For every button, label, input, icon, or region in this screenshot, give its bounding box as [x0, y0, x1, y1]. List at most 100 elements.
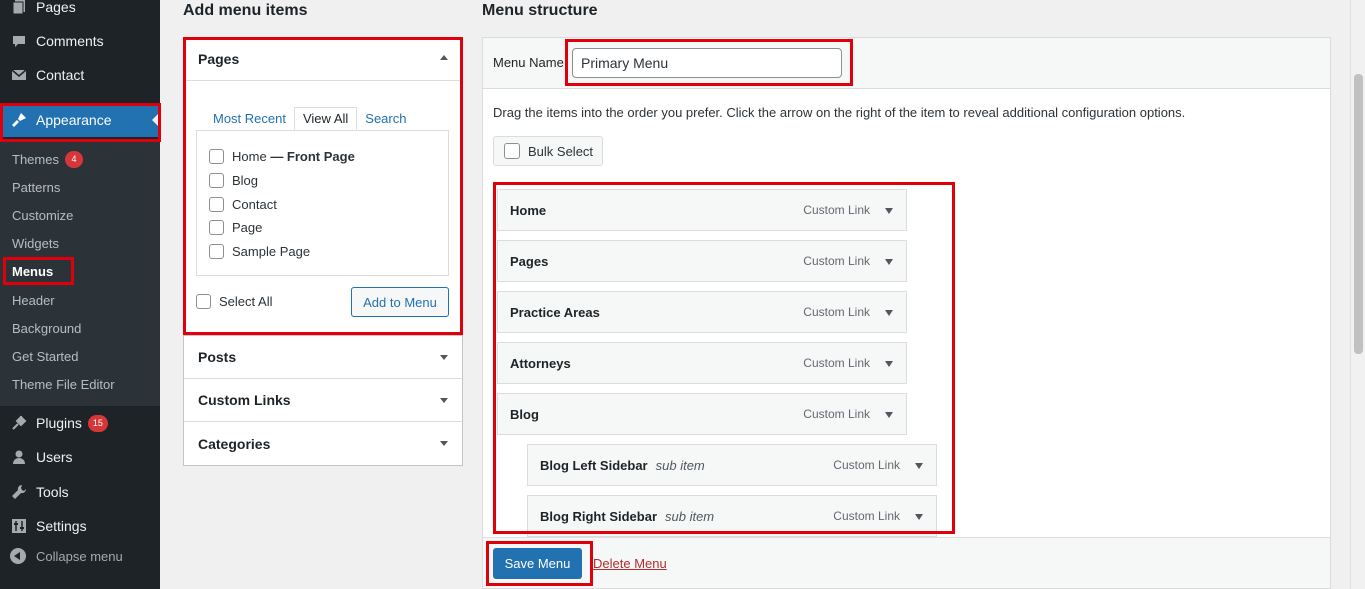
sub-item-tag: sub item: [655, 457, 705, 473]
sidebar-item-pages[interactable]: Pages: [0, 0, 160, 24]
menu-item[interactable]: Pages Custom Link: [497, 240, 907, 282]
collapse-menu-button[interactable]: Collapse menu: [10, 548, 123, 564]
expand-arrow-icon[interactable]: [915, 514, 923, 520]
front-page-tag: — Front Page: [270, 149, 355, 164]
accordion-title: Categories: [198, 435, 271, 452]
list-item[interactable]: Blog: [209, 173, 258, 188]
custom-links-accordion-header[interactable]: Custom Links: [184, 379, 462, 422]
submenu-item-theme-file-editor[interactable]: Theme File Editor: [12, 374, 115, 394]
expand-arrow-icon[interactable]: [885, 208, 893, 214]
submenu-item-themes[interactable]: Themes 4: [12, 149, 83, 169]
page-checkbox[interactable]: [209, 149, 224, 164]
collapse-menu-label: Collapse menu: [36, 548, 123, 564]
menu-item[interactable]: Attorneys Custom Link: [497, 342, 907, 384]
sidebar-item-comments[interactable]: Comments: [0, 24, 160, 58]
pages-accordion-header[interactable]: Pages: [184, 38, 462, 80]
sidebar-item-appearance[interactable]: Appearance: [0, 103, 160, 137]
menu-name-input[interactable]: Primary Menu: [572, 48, 842, 78]
submenu-item-header[interactable]: Header: [12, 290, 55, 310]
accordion-title: Pages: [198, 51, 240, 67]
expand-down-icon: [440, 355, 448, 360]
submenu-item-patterns[interactable]: Patterns: [12, 177, 60, 197]
submenu-item-label: Customize: [12, 207, 74, 223]
tab-view-all[interactable]: View All: [293, 107, 358, 130]
page-checkbox[interactable]: [209, 220, 224, 235]
save-menu-button[interactable]: Save Menu: [493, 548, 582, 579]
select-all-checkbox[interactable]: Select All: [196, 294, 272, 309]
submenu-item-label: Background: [12, 320, 82, 336]
submenu-item-background[interactable]: Background: [12, 318, 81, 338]
menu-item[interactable]: Practice Areas Custom Link: [497, 291, 907, 333]
add-to-menu-button[interactable]: Add to Menu: [351, 287, 449, 317]
delete-menu-link[interactable]: Delete Menu: [593, 556, 667, 571]
more-accordions: Posts Custom Links Categories: [183, 335, 463, 466]
menu-item[interactable]: Home Custom Link: [497, 189, 907, 231]
tools-icon: [10, 483, 28, 501]
menu-item-title: Blog Left Sidebar: [540, 457, 648, 473]
sidebar-item-users[interactable]: Users: [0, 440, 160, 474]
menu-instructions: Drag the items into the order you prefer…: [493, 105, 1186, 120]
mail-icon: [10, 66, 28, 84]
menu-item-title: Blog Right Sidebar: [540, 508, 657, 524]
sidebar-item-plugins[interactable]: Plugins 15: [0, 406, 160, 440]
submenu-item-label: Patterns: [12, 179, 61, 195]
page-label: Home: [232, 149, 267, 164]
menu-item-type: Custom Link: [803, 254, 870, 268]
sidebar-item-tools[interactable]: Tools: [0, 475, 160, 509]
submenu-item-get-started[interactable]: Get Started: [12, 346, 78, 366]
menu-sub-item[interactable]: Blog Left Sidebar sub item Custom Link: [527, 444, 937, 486]
scrollbar-thumb[interactable]: [1354, 74, 1363, 354]
list-item[interactable]: Home — Front Page: [209, 149, 355, 164]
posts-accordion-header[interactable]: Posts: [184, 336, 462, 379]
categories-accordion-header[interactable]: Categories: [184, 422, 462, 465]
sidebar-item-label: Appearance: [36, 112, 112, 128]
expand-arrow-icon[interactable]: [885, 361, 893, 367]
sub-item-tag: sub item: [665, 508, 715, 524]
submenu-item-menus[interactable]: Menus: [12, 261, 53, 281]
menu-item-type: Custom Link: [803, 407, 870, 421]
select-all-box[interactable]: [196, 294, 211, 309]
sidebar-item-label: Settings: [36, 518, 87, 534]
menu-item[interactable]: Blog Custom Link: [497, 393, 907, 435]
submenu-item-customize[interactable]: Customize: [12, 205, 73, 225]
expand-down-icon: [440, 398, 448, 403]
accordion-title: Posts: [198, 349, 237, 365]
tab-search[interactable]: Search: [357, 107, 414, 130]
menu-sub-item[interactable]: Blog Right Sidebar sub item Custom Link: [527, 495, 937, 537]
page-checkbox[interactable]: [209, 173, 224, 188]
submenu-item-label: Menus: [12, 263, 54, 279]
expand-arrow-icon[interactable]: [885, 310, 893, 316]
menu-item-type: Custom Link: [803, 203, 870, 217]
sidebar-item-label: Plugins: [36, 415, 82, 431]
expand-arrow-icon[interactable]: [915, 463, 923, 469]
menu-item-type: Custom Link: [833, 458, 900, 472]
brush-icon: [10, 111, 28, 129]
sidebar-item-contact[interactable]: Contact: [0, 58, 160, 92]
menu-item-title: Blog: [510, 406, 539, 422]
list-item[interactable]: Sample Page: [209, 244, 310, 259]
appearance-submenu: Themes 4 Patterns Customize Widgets Menu…: [0, 142, 160, 406]
submenu-item-label: Get Started: [12, 348, 79, 364]
list-item[interactable]: Contact: [209, 197, 277, 212]
pages-tabs: Most Recent View All Search: [205, 107, 414, 130]
add-menu-items-heading: Add menu items: [183, 2, 308, 19]
menu-item-title: Attorneys: [510, 355, 571, 371]
plugins-icon: [10, 414, 28, 432]
page-checkbox[interactable]: [209, 197, 224, 212]
sidebar-item-settings[interactable]: Settings: [0, 509, 160, 543]
list-item[interactable]: Page: [209, 220, 262, 235]
bulk-select-button[interactable]: Bulk Select: [493, 136, 603, 166]
submenu-item-widgets[interactable]: Widgets: [12, 233, 59, 253]
expand-arrow-icon[interactable]: [885, 412, 893, 418]
collapse-up-icon: [440, 55, 448, 60]
sidebar-item-label: Comments: [36, 33, 104, 49]
page-checkbox[interactable]: [209, 244, 224, 259]
menu-name-label: Menu Name: [493, 55, 564, 70]
pages-checklist: Home — Front Page Blog Contact Page Samp…: [196, 130, 449, 276]
expand-arrow-icon[interactable]: [885, 259, 893, 265]
sidebar-item-label: Users: [36, 449, 73, 465]
page-scrollbar[interactable]: [1350, 0, 1365, 589]
divider: [184, 80, 462, 81]
tab-most-recent[interactable]: Most Recent: [205, 107, 294, 130]
submenu-item-label: Header: [12, 292, 55, 308]
